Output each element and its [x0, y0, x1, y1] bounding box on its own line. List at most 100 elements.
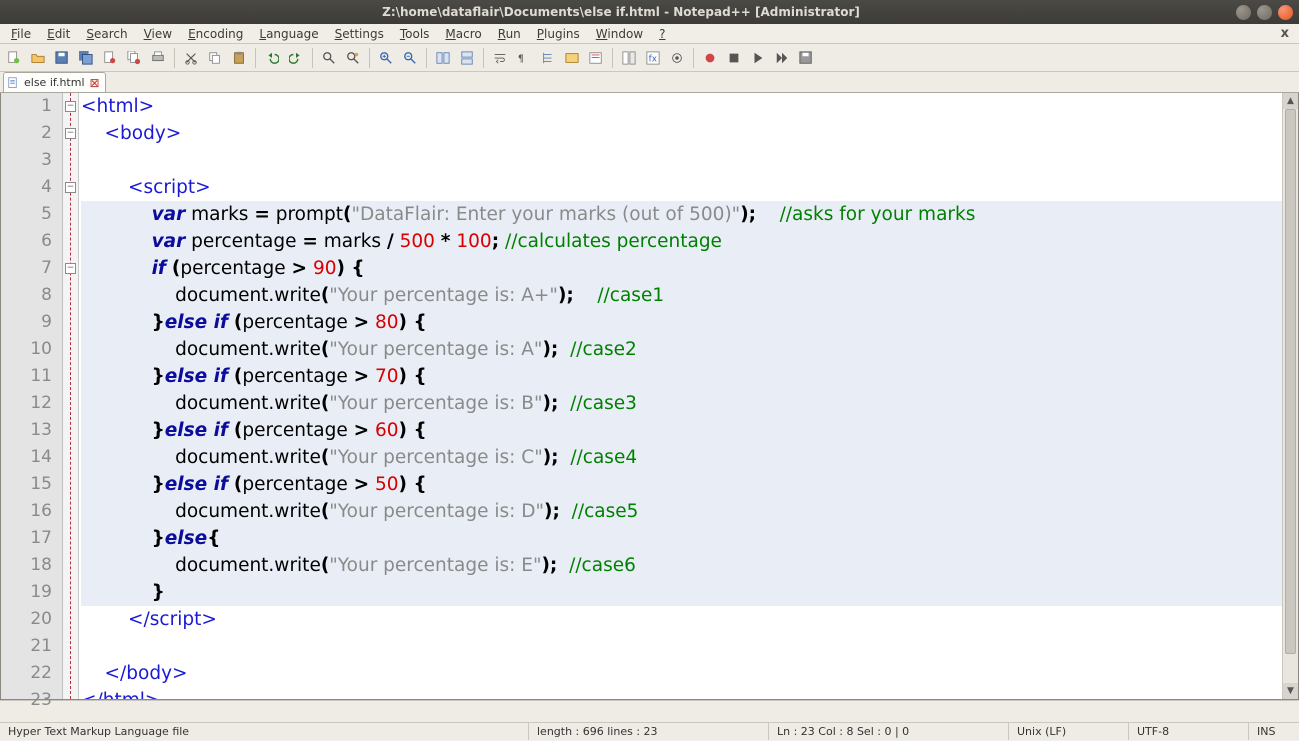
status-eol: Unix (LF) — [1009, 723, 1129, 740]
play-icon[interactable] — [748, 48, 768, 68]
menu-plugins[interactable]: Plugins — [530, 26, 587, 42]
record-icon[interactable] — [700, 48, 720, 68]
menu-run[interactable]: Run — [491, 26, 528, 42]
sync-v-icon[interactable] — [433, 48, 453, 68]
code-line — [81, 147, 1282, 174]
tab-close-icon[interactable]: ⊠ — [89, 77, 101, 89]
menu-macro[interactable]: Macro — [438, 26, 488, 42]
code-line: document.write("Your percentage is: C");… — [81, 444, 1282, 471]
save-icon[interactable] — [52, 48, 72, 68]
menu-search[interactable]: Search — [79, 26, 134, 42]
stop-icon[interactable] — [724, 48, 744, 68]
code-line: </script> — [81, 606, 1282, 633]
lang-icon[interactable] — [562, 48, 582, 68]
window-title: Z:\home\dataflair\Documents\else if.html… — [6, 5, 1236, 19]
close-doc-x-icon[interactable]: x — [1275, 26, 1295, 41]
status-encoding: UTF-8 — [1129, 723, 1249, 740]
paste-icon[interactable] — [229, 48, 249, 68]
indent-guide-icon[interactable] — [538, 48, 558, 68]
line-number-gutter: 1234567891011121314151617181920212223 — [1, 93, 63, 699]
line-number: 2 — [1, 120, 52, 147]
code-line: document.write("Your percentage is: B");… — [81, 390, 1282, 417]
line-number: 16 — [1, 498, 52, 525]
toolbar-separator — [693, 48, 694, 68]
play-multi-icon[interactable] — [772, 48, 792, 68]
toolbar-separator — [426, 48, 427, 68]
open-file-icon[interactable] — [28, 48, 48, 68]
scroll-track[interactable] — [1283, 109, 1298, 683]
doc-map-icon[interactable] — [619, 48, 639, 68]
tab-else-if[interactable]: else if.html ⊠ — [3, 72, 106, 92]
scroll-down-icon[interactable]: ▼ — [1283, 683, 1298, 699]
sync-h-icon[interactable] — [457, 48, 477, 68]
code-line: }else if (percentage > 80) { — [81, 309, 1282, 336]
func-list-icon[interactable]: fx — [643, 48, 663, 68]
status-language: Hyper Text Markup Language file — [0, 723, 529, 740]
replace-icon[interactable] — [343, 48, 363, 68]
save-macro-icon[interactable] — [796, 48, 816, 68]
monitor-icon[interactable] — [667, 48, 687, 68]
cut-icon[interactable] — [181, 48, 201, 68]
close-all-icon[interactable] — [124, 48, 144, 68]
redo-icon[interactable] — [286, 48, 306, 68]
toolbar-separator — [312, 48, 313, 68]
menu-settings[interactable]: Settings — [328, 26, 391, 42]
fold-toggle-icon[interactable]: − — [65, 263, 76, 274]
toolbar-separator — [255, 48, 256, 68]
line-number: 6 — [1, 228, 52, 255]
status-length: length : 696 lines : 23 — [529, 723, 769, 740]
scroll-up-icon[interactable]: ▲ — [1283, 93, 1298, 109]
menu-view[interactable]: View — [137, 26, 179, 42]
zoom-in-icon[interactable] — [376, 48, 396, 68]
fold-toggle-icon[interactable]: − — [65, 101, 76, 112]
save-all-icon[interactable] — [76, 48, 96, 68]
line-number: 10 — [1, 336, 52, 363]
code-line: </html> — [81, 687, 1282, 699]
titlebar: Z:\home\dataflair\Documents\else if.html… — [0, 0, 1299, 24]
folder-icon[interactable] — [586, 48, 606, 68]
code-line: <script> — [81, 174, 1282, 201]
undo-icon[interactable] — [262, 48, 282, 68]
line-number: 22 — [1, 660, 52, 687]
all-chars-icon[interactable]: ¶ — [514, 48, 534, 68]
print-icon[interactable] — [148, 48, 168, 68]
code-line: document.write("Your percentage is: E");… — [81, 552, 1282, 579]
toolbar: ¶ fx — [0, 44, 1299, 72]
scroll-thumb[interactable] — [1285, 109, 1296, 654]
close-icon[interactable] — [100, 48, 120, 68]
menu-language[interactable]: Language — [252, 26, 325, 42]
editor: 1234567891011121314151617181920212223 −−… — [0, 93, 1299, 700]
code-area[interactable]: <html> <body> <script> var marks = promp… — [79, 93, 1282, 699]
copy-icon[interactable] — [205, 48, 225, 68]
fold-toggle-icon[interactable]: − — [65, 182, 76, 193]
window-controls — [1236, 5, 1293, 20]
find-icon[interactable] — [319, 48, 339, 68]
fold-column: − − − − — [63, 93, 79, 699]
menu-tools[interactable]: Tools — [393, 26, 437, 42]
menu-encoding[interactable]: Encoding — [181, 26, 250, 42]
line-number: 15 — [1, 471, 52, 498]
tabbar: else if.html ⊠ — [0, 72, 1299, 93]
wrap-icon[interactable] — [490, 48, 510, 68]
code-line: document.write("Your percentage is: A+")… — [81, 282, 1282, 309]
line-number: 21 — [1, 633, 52, 660]
menu-file[interactable]: File — [4, 26, 38, 42]
vertical-scrollbar[interactable]: ▲ ▼ — [1282, 93, 1298, 699]
minimize-icon[interactable] — [1236, 5, 1251, 20]
code-line: }else if (percentage > 70) { — [81, 363, 1282, 390]
zoom-out-icon[interactable] — [400, 48, 420, 68]
fold-toggle-icon[interactable]: − — [65, 128, 76, 139]
code-line: }else if (percentage > 50) { — [81, 471, 1282, 498]
line-number: 20 — [1, 606, 52, 633]
close-window-icon[interactable] — [1278, 5, 1293, 20]
menubar: FileEditSearchViewEncodingLanguageSettin… — [0, 24, 1299, 44]
menu-?[interactable]: ? — [652, 26, 672, 42]
menu-window[interactable]: Window — [589, 26, 650, 42]
maximize-icon[interactable] — [1257, 5, 1272, 20]
line-number: 3 — [1, 147, 52, 174]
code-line: var percentage = marks / 500 * 100; //ca… — [81, 228, 1282, 255]
new-file-icon[interactable] — [4, 48, 24, 68]
line-number: 18 — [1, 552, 52, 579]
file-html-icon — [8, 77, 20, 89]
menu-edit[interactable]: Edit — [40, 26, 77, 42]
